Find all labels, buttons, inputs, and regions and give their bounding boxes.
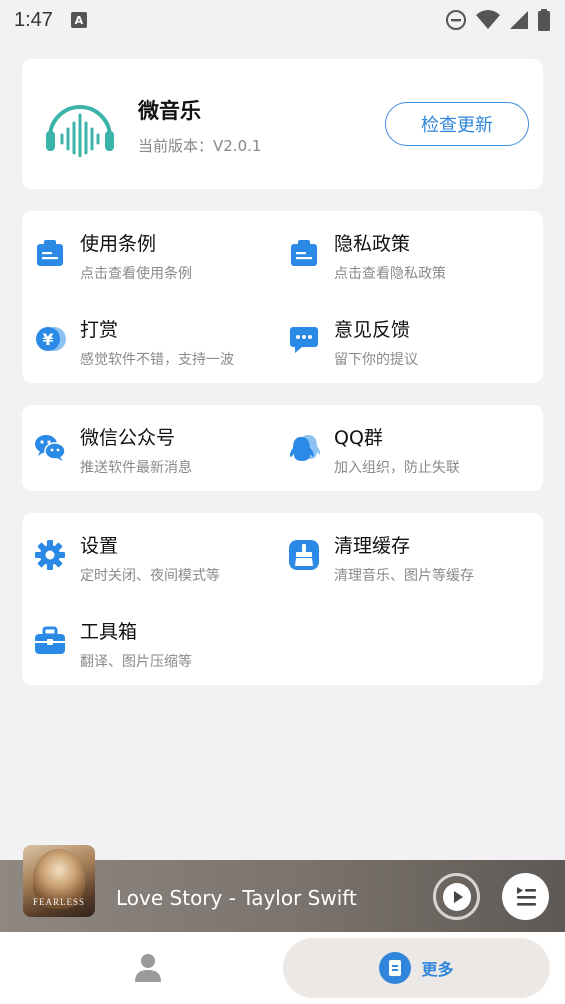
gear-icon bbox=[35, 540, 65, 570]
broom-icon bbox=[289, 540, 319, 570]
tab-more-label: 更多 bbox=[421, 960, 454, 979]
privacy-subtitle: 点击查看隐私政策 bbox=[334, 266, 446, 282]
clipboard-icon bbox=[291, 240, 317, 266]
feedback-subtitle: 留下你的提议 bbox=[334, 352, 418, 368]
play-button[interactable] bbox=[433, 873, 480, 920]
wechat-item[interactable]: 微信公众号 推送软件最新消息 bbox=[22, 417, 262, 477]
terms-subtitle: 点击查看使用条例 bbox=[80, 266, 192, 282]
signal-icon bbox=[510, 11, 528, 29]
svg-text:¥: ¥ bbox=[42, 330, 53, 349]
mini-player[interactable]: FEARLESS Love Story - Taylor Swift bbox=[0, 845, 565, 932]
toolbox-icon bbox=[35, 626, 65, 654]
clear-cache-item[interactable]: 清理缓存 清理音乐、图片等缓存 bbox=[276, 525, 516, 585]
app-info-card: 微音乐 当前版本：V2.0.1 检查更新 bbox=[22, 59, 543, 189]
album-cover[interactable]: FEARLESS bbox=[23, 845, 95, 917]
yen-coin-icon: ¥ bbox=[36, 327, 66, 351]
donate-subtitle: 感觉软件不错，支持一波 bbox=[80, 352, 234, 368]
toolbox-subtitle: 翻译、图片压缩等 bbox=[80, 654, 192, 670]
notification-a-icon: A bbox=[70, 12, 87, 28]
donate-item[interactable]: ¥ 打赏 感觉软件不错，支持一波 bbox=[22, 309, 262, 369]
info-group-card: 使用条例 点击查看使用条例 隐私政策 点击查看隐私政策 ¥ 打赏 感觉软件不错，… bbox=[22, 211, 543, 383]
qq-group-title: QQ群 bbox=[334, 427, 383, 449]
app-name: 微音乐 bbox=[138, 99, 201, 123]
headphones-logo-icon bbox=[46, 105, 114, 157]
clipboard-icon bbox=[37, 240, 63, 266]
document-icon bbox=[379, 952, 412, 984]
wechat-title: 微信公众号 bbox=[80, 427, 176, 449]
privacy-item[interactable]: 隐私政策 点击查看隐私政策 bbox=[276, 223, 516, 283]
wifi-icon bbox=[476, 10, 500, 29]
social-group-card: 微信公众号 推送软件最新消息 QQ群 加入组织，防止失联 bbox=[22, 405, 543, 491]
qq-group-subtitle: 加入组织，防止失联 bbox=[334, 460, 460, 476]
cover-title: FEARLESS bbox=[32, 897, 85, 907]
bottom-nav: 更多 bbox=[0, 932, 565, 1004]
playlist-icon bbox=[516, 886, 536, 906]
status-time: 1:47 bbox=[14, 8, 53, 31]
wechat-subtitle: 推送软件最新消息 bbox=[80, 460, 192, 476]
qq-group-icon bbox=[289, 435, 320, 461]
settings-item[interactable]: 设置 定时关闭、夜间模式等 bbox=[22, 525, 262, 585]
toolbox-title: 工具箱 bbox=[80, 621, 138, 643]
feedback-title: 意见反馈 bbox=[334, 319, 411, 341]
tools-group-card: 设置 定时关闭、夜间模式等 清理缓存 清理音乐、图片等缓存 工具箱 翻译、图片压… bbox=[22, 513, 543, 685]
feedback-item[interactable]: 意见反馈 留下你的提议 bbox=[276, 309, 516, 369]
clear-cache-title: 清理缓存 bbox=[334, 535, 411, 557]
clear-cache-subtitle: 清理音乐、图片等缓存 bbox=[334, 568, 474, 584]
check-update-button[interactable]: 检查更新 bbox=[385, 102, 529, 146]
playlist-button[interactable] bbox=[502, 873, 549, 920]
do-not-disturb-icon bbox=[446, 10, 466, 30]
terms-item[interactable]: 使用条例 点击查看使用条例 bbox=[22, 223, 262, 283]
privacy-title: 隐私政策 bbox=[334, 233, 411, 255]
tab-me[interactable] bbox=[110, 942, 186, 994]
settings-subtitle: 定时关闭、夜间模式等 bbox=[80, 568, 220, 584]
song-title: Love Story - Taylor Swift bbox=[116, 886, 357, 910]
qq-group-item[interactable]: QQ群 加入组织，防止失联 bbox=[276, 417, 516, 477]
settings-title: 设置 bbox=[80, 535, 119, 557]
battery-icon bbox=[538, 9, 550, 31]
status-icons bbox=[445, 8, 551, 32]
tab-more[interactable]: 更多 bbox=[283, 938, 550, 998]
wechat-icon bbox=[35, 435, 66, 461]
donate-title: 打赏 bbox=[80, 319, 119, 341]
toolbox-item[interactable]: 工具箱 翻译、图片压缩等 bbox=[22, 611, 262, 671]
play-icon bbox=[442, 882, 471, 911]
status-bar: 1:47 A bbox=[0, 0, 565, 40]
terms-title: 使用条例 bbox=[80, 233, 157, 255]
app-version: 当前版本：V2.0.1 bbox=[138, 137, 262, 155]
chat-bubble-icon bbox=[290, 327, 318, 353]
person-icon bbox=[135, 954, 161, 982]
